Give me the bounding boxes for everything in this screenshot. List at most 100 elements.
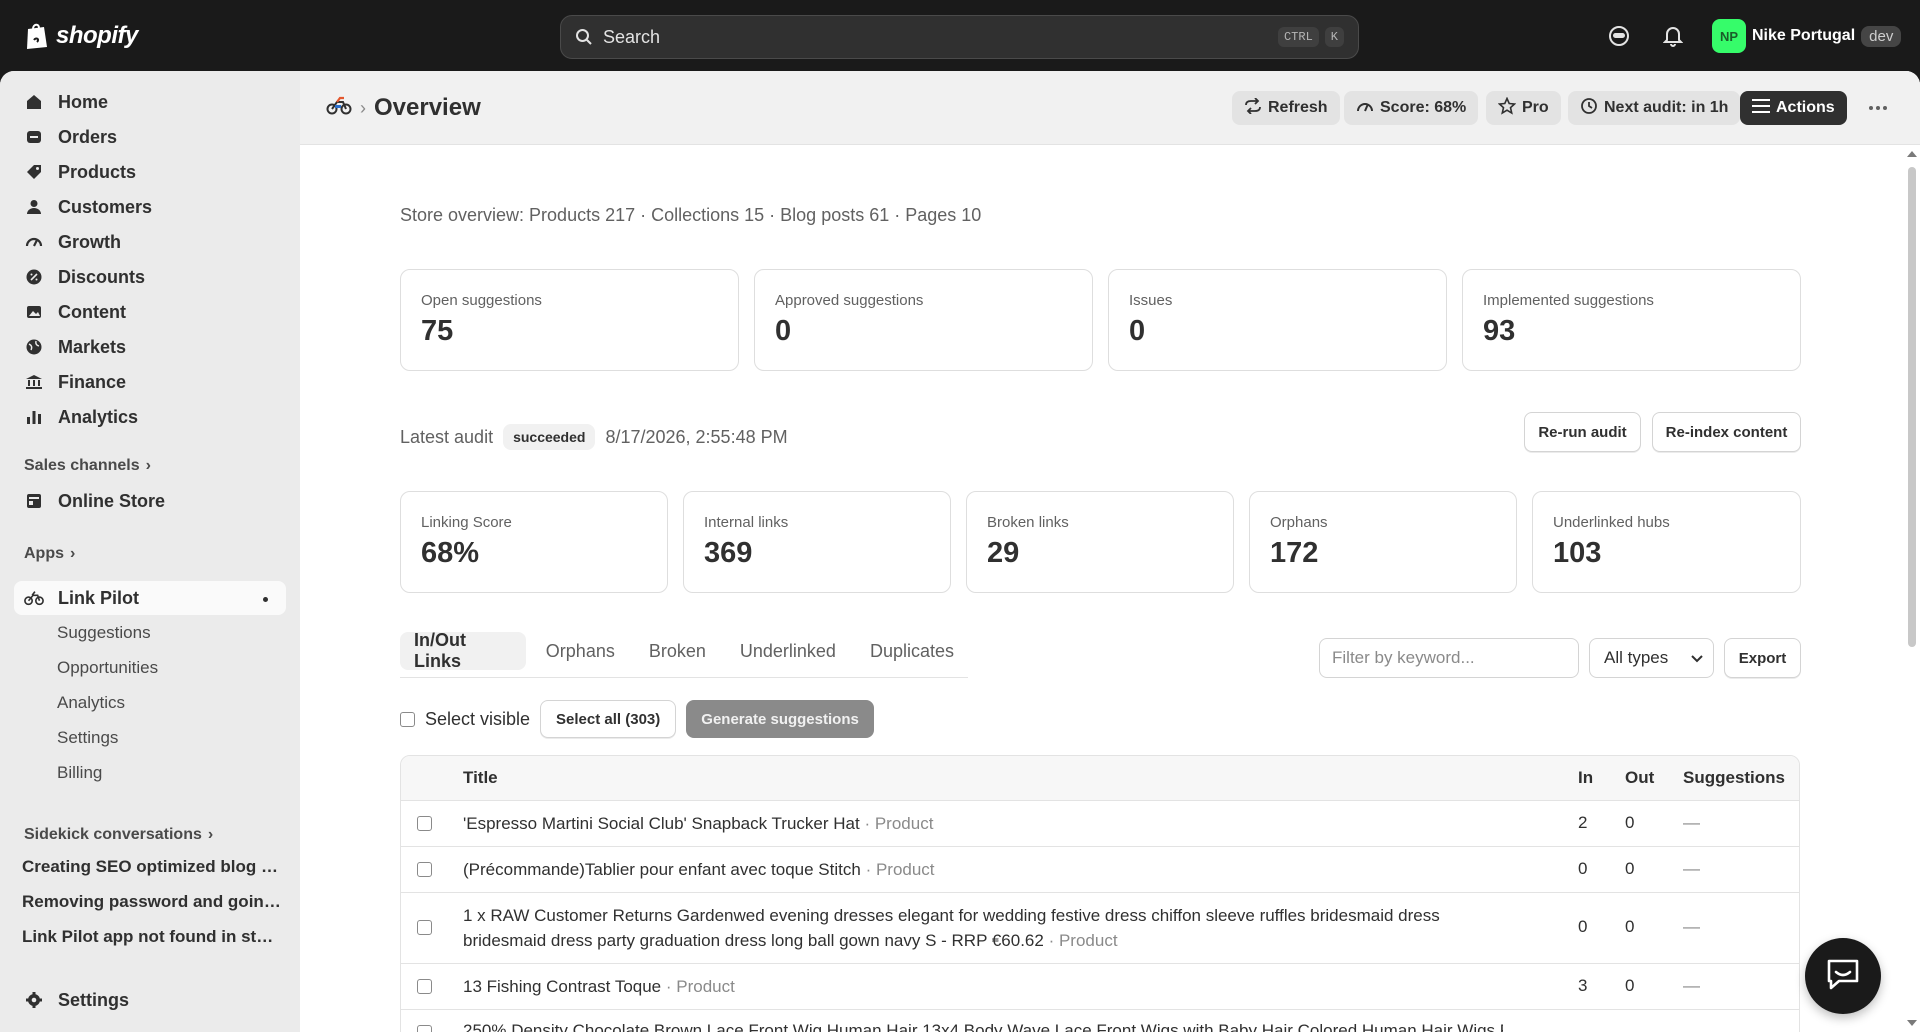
score-button[interactable]: Score: 68%	[1344, 91, 1479, 125]
sidekick-icon[interactable]	[1607, 24, 1631, 48]
gauge-icon	[1356, 98, 1374, 119]
conversation-item[interactable]: Creating SEO optimized blog p...	[22, 857, 282, 885]
sidebar-item-settings[interactable]: Settings	[14, 983, 286, 1017]
tab-duplicates[interactable]: Duplicates	[856, 632, 968, 670]
sales-channels-section[interactable]: Sales channels ›	[24, 454, 151, 478]
generate-suggestions-button[interactable]: Generate suggestions	[686, 700, 874, 738]
store-user-menu[interactable]: NP Nike Portugal dev	[1712, 19, 1902, 53]
row-out-count: 0	[1625, 859, 1635, 878]
clock-icon	[1580, 97, 1598, 120]
column-header-title[interactable]: Title	[463, 768, 498, 788]
row-checkbox[interactable]	[417, 816, 432, 831]
metric-card-linking-score: Linking Score 68%	[400, 491, 668, 593]
row-checkbox[interactable]	[417, 1025, 432, 1032]
sidebar-item-link-pilot[interactable]: Link Pilot	[14, 581, 286, 615]
card-label: Issues	[1129, 292, 1173, 309]
section-label: Sidekick conversations	[24, 826, 202, 843]
more-horizontal-icon[interactable]	[1866, 97, 1890, 119]
metric-card-internal-links: Internal links 369	[683, 491, 951, 593]
chevron-down-icon	[1691, 648, 1703, 668]
card-value: 75	[421, 315, 454, 347]
sidebar-item-content[interactable]: Content	[14, 295, 286, 329]
row-title[interactable]: 1 x RAW Customer Returns Gardenwed eveni…	[463, 903, 1503, 953]
sidebar-item-finance[interactable]: Finance	[14, 365, 286, 399]
shortcut-ctrl: CTRL	[1277, 27, 1319, 47]
column-header-suggestions[interactable]: Suggestions	[1683, 768, 1785, 788]
conversation-item[interactable]: Link Pilot app not found in store	[22, 927, 282, 955]
table-row[interactable]: 13 Fishing Contrast Toque · Product 3 0 …	[401, 964, 1799, 1010]
card-value: 0	[1129, 315, 1146, 347]
type-select[interactable]: All types	[1589, 638, 1714, 678]
scrollbar-thumb[interactable]	[1908, 167, 1916, 647]
scroll-down-icon[interactable]	[1907, 1018, 1917, 1028]
select-visible-checkbox[interactable]	[400, 711, 415, 727]
shopify-bag-icon	[24, 21, 50, 51]
bell-icon[interactable]	[1661, 24, 1685, 48]
row-checkbox[interactable]	[417, 862, 432, 877]
metric-card-orphans: Orphans 172	[1249, 491, 1517, 593]
row-in-count: 0	[1578, 917, 1588, 936]
tab-broken[interactable]: Broken	[635, 632, 720, 670]
scroll-up-icon[interactable]	[1907, 149, 1917, 159]
tab-in-out-links[interactable]: In/Out Links	[400, 630, 526, 671]
table-row[interactable]: 250% Density Chocolate Brown Lace Front …	[401, 1010, 1799, 1032]
sidebar-item-discounts[interactable]: Discounts	[14, 260, 286, 294]
pro-button[interactable]: Pro	[1486, 91, 1561, 125]
sidebar-sub-analytics[interactable]: Analytics	[57, 688, 125, 718]
next-audit-button[interactable]: Next audit: in 1h	[1568, 91, 1741, 125]
scrollbar[interactable]	[1904, 145, 1920, 1032]
actions-button[interactable]: Actions	[1740, 91, 1847, 125]
shopify-logo[interactable]: shopify	[24, 20, 138, 52]
keyword-filter-input[interactable]	[1319, 638, 1579, 678]
select-all-button[interactable]: Select all (303)	[540, 700, 677, 738]
column-header-in[interactable]: In	[1578, 768, 1593, 788]
row-checkbox[interactable]	[417, 920, 432, 935]
search-input[interactable]: Search CTRL K	[560, 15, 1359, 59]
sidebar-sub-suggestions[interactable]: Suggestions	[57, 618, 151, 648]
sidebar-item-markets[interactable]: Markets	[14, 330, 286, 364]
row-kind: · Product	[665, 977, 735, 996]
tab-orphans[interactable]: Orphans	[532, 632, 629, 670]
sidebar-sub-billing[interactable]: Billing	[57, 758, 102, 788]
globe-icon	[24, 337, 44, 357]
sidebar-item-orders[interactable]: Orders	[14, 120, 286, 154]
card-label: Open suggestions	[421, 292, 542, 309]
row-title[interactable]: 13 Fishing Contrast Toque · Product	[463, 974, 1503, 999]
row-title[interactable]: 'Espresso Martini Social Club' Snapback …	[463, 811, 1503, 836]
sidebar-item-growth[interactable]: Growth	[14, 225, 286, 259]
row-suggestions: —	[1683, 976, 1700, 995]
sidebar-sub-settings[interactable]: Settings	[57, 723, 118, 753]
sidebar-item-products[interactable]: Products	[14, 155, 286, 189]
export-button[interactable]: Export	[1724, 638, 1801, 678]
brand-wordmark: shopify	[56, 22, 138, 49]
row-title[interactable]: 250% Density Chocolate Brown Lace Front …	[463, 1018, 1503, 1032]
conversation-item[interactable]: Removing password and going...	[22, 892, 282, 920]
star-icon	[1497, 96, 1517, 120]
refresh-button[interactable]: Refresh	[1232, 91, 1340, 125]
row-title[interactable]: (Précommande)Tablier pour enfant avec to…	[463, 857, 1503, 882]
card-value: 29	[987, 537, 1020, 569]
chat-button[interactable]	[1805, 938, 1881, 1014]
rerun-audit-button[interactable]: Re-run audit	[1524, 412, 1641, 452]
sidebar-item-home[interactable]: Home	[14, 85, 286, 119]
sidebar-item-label: Discounts	[58, 266, 146, 287]
table-row[interactable]: (Précommande)Tablier pour enfant avec to…	[401, 847, 1799, 893]
row-out-count: 0	[1625, 813, 1635, 832]
env-badge: dev	[1861, 25, 1902, 47]
sidekick-conversations-section[interactable]: Sidekick conversations ›	[24, 823, 213, 847]
sidebar-item-customers[interactable]: Customers	[14, 190, 286, 224]
sidebar-item-analytics[interactable]: Analytics	[14, 400, 286, 434]
column-header-out[interactable]: Out	[1625, 768, 1654, 788]
select-visible-label[interactable]: Select visible	[425, 709, 530, 730]
row-kind: · Product	[865, 860, 935, 879]
card-value: 103	[1553, 537, 1602, 569]
reindex-content-button[interactable]: Re-index content	[1652, 412, 1801, 452]
sidebar-sub-opportunities[interactable]: Opportunities	[57, 653, 158, 683]
table-row[interactable]: 1 x RAW Customer Returns Gardenwed eveni…	[401, 893, 1799, 964]
table-row[interactable]: 'Espresso Martini Social Club' Snapback …	[401, 801, 1799, 847]
sidebar-item-online-store[interactable]: Online Store	[14, 484, 286, 518]
link-pilot-app-icon[interactable]	[326, 96, 352, 121]
tab-underlinked[interactable]: Underlinked	[726, 632, 850, 670]
apps-section[interactable]: Apps ›	[24, 542, 75, 566]
row-checkbox[interactable]	[417, 979, 432, 994]
